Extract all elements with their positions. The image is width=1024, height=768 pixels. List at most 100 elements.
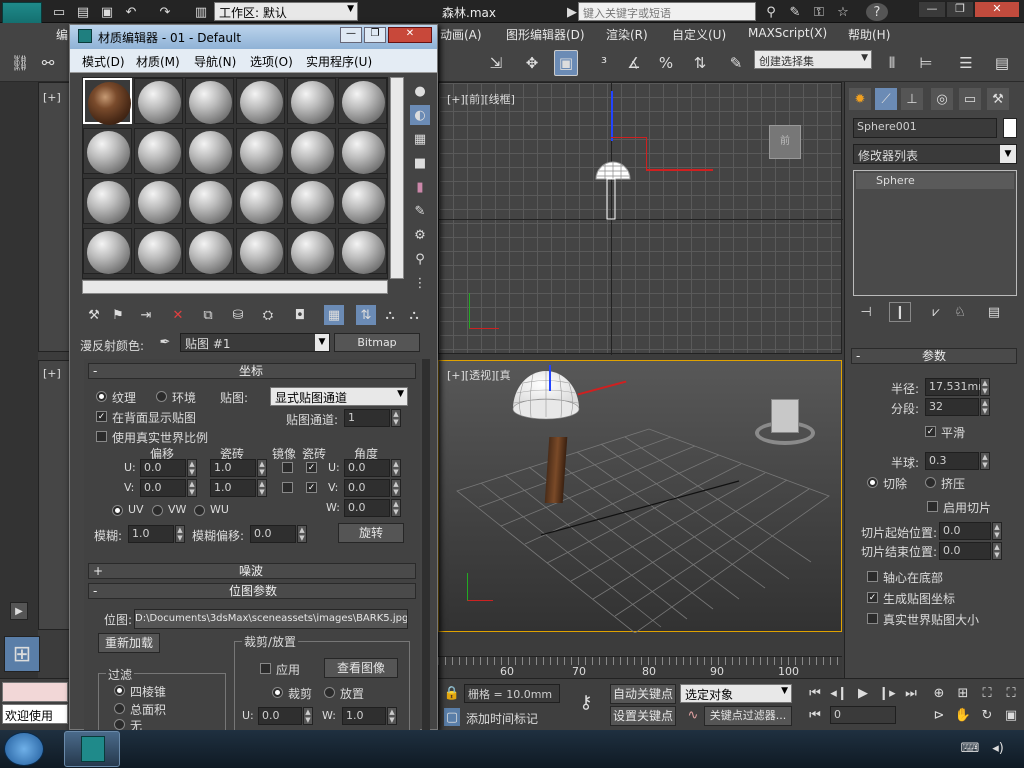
object-name-field[interactable]: Sphere001 — [853, 118, 997, 138]
new-file-icon[interactable]: ▭ — [50, 3, 68, 21]
goto-end-icon[interactable]: ⏭ — [902, 684, 920, 702]
sample-slot[interactable] — [134, 228, 183, 274]
pan-hand-icon[interactable]: ✋ — [954, 706, 972, 724]
me-menu-mode[interactable]: 模式(D) — [82, 53, 125, 70]
binoculars-icon[interactable]: ⚲ — [762, 3, 780, 21]
sample-slot[interactable] — [236, 178, 285, 224]
put-to-scene-icon[interactable]: ⚑ — [108, 305, 128, 325]
auto-key-button[interactable]: 自动关键点 — [610, 684, 676, 704]
volume-tray-icon[interactable]: ◂) — [988, 738, 1008, 758]
show-end-result-icon[interactable]: ▦ — [324, 305, 344, 325]
crop-w-spinner[interactable]: ▲ ▼ — [387, 707, 397, 725]
menu-item-graph-editors[interactable]: 图形编辑器(D) — [506, 26, 585, 43]
goto-start-icon[interactable]: ⏮ — [806, 684, 824, 702]
motion-tab-icon[interactable]: ◎ — [931, 88, 953, 110]
zoom-all-icon[interactable]: ⊞ — [954, 684, 972, 702]
menu-item-help[interactable]: 帮助(H) — [848, 26, 890, 43]
start-orb-icon[interactable] — [4, 732, 44, 766]
modifier-stack[interactable]: Sphere — [853, 170, 1017, 296]
show-end-result-icon[interactable]: ❙ — [889, 302, 911, 322]
noise-rollout-header[interactable]: + 噪波 — [88, 563, 416, 579]
named-selection-dropdown[interactable]: 创建选择集 ▼ — [754, 50, 872, 69]
maxscript-listener-field[interactable] — [2, 682, 68, 702]
zoom-extents-icon[interactable]: ⛶ — [978, 684, 996, 702]
sample-slot[interactable] — [134, 78, 183, 124]
slice-to-spinner[interactable]: ▲ ▼ — [992, 542, 1002, 560]
make-preview-icon[interactable]: ✎ — [410, 201, 430, 221]
minimize-button[interactable]: — — [340, 27, 362, 43]
sample-slot[interactable] — [236, 228, 285, 274]
key-mode-icon[interactable]: ⏮ — [806, 706, 824, 724]
me-menu-options[interactable]: 选项(O) — [250, 53, 293, 70]
show-shaded-icon[interactable]: ◘ — [290, 305, 310, 325]
sample-slot[interactable] — [287, 228, 336, 274]
sample-slot[interactable] — [83, 228, 132, 274]
edit-named-selection-icon[interactable]: ✎ — [724, 50, 748, 76]
search-expand-icon[interactable]: ▶ — [566, 3, 578, 21]
utilities-tab-icon[interactable]: ⚒ — [987, 88, 1009, 110]
assign-to-selection-icon[interactable]: ⇥ — [136, 305, 156, 325]
open-file-icon[interactable]: ▤ — [74, 3, 92, 21]
wu-radio[interactable] — [194, 505, 205, 516]
sample-slot[interactable] — [134, 128, 183, 174]
reload-button[interactable]: 重新加载 — [98, 633, 160, 653]
crop-radio[interactable] — [272, 687, 283, 698]
v-angle-spinner[interactable]: ▲ ▼ — [391, 479, 401, 497]
sample-uv-tiling-icon[interactable]: ■ — [410, 153, 430, 173]
vw-radio[interactable] — [152, 505, 163, 516]
stack-item-sphere[interactable]: Sphere — [856, 173, 1014, 189]
undo-icon[interactable]: ↶ — [122, 3, 140, 21]
create-tab-icon[interactable]: ✹ — [849, 88, 871, 110]
sample-slot[interactable] — [134, 178, 183, 224]
viewport-front[interactable]: [+][前][线框] 前 — [438, 82, 843, 355]
u-angle-input[interactable]: 0.0 — [344, 459, 390, 477]
select-by-material-icon[interactable]: ⚲ — [410, 249, 430, 269]
unlink-icon[interactable]: ⚯ — [36, 50, 60, 76]
selected-object-dropdown[interactable]: 选定对象 ▼ — [680, 684, 792, 703]
crop-w-input[interactable]: 1.0 — [342, 707, 386, 725]
restore-button[interactable]: ❐ — [364, 27, 386, 43]
radius-spinner[interactable]: ▲ ▼ — [980, 378, 990, 396]
gen-map-checkbox[interactable]: ✓ — [867, 592, 878, 603]
put-to-library-icon[interactable]: ⛁ — [228, 305, 248, 325]
spinner-snap-icon[interactable]: ⇅ — [688, 50, 712, 76]
sample-slot[interactable] — [287, 78, 336, 124]
coords-rollout-header[interactable]: - 坐标 — [88, 363, 416, 379]
configure-sets-icon[interactable]: ▤ — [983, 302, 1005, 322]
slice-to-input[interactable]: 0.0 — [939, 542, 991, 560]
radius-input[interactable]: 17.531mm — [925, 378, 989, 396]
modifier-list-dropdown[interactable]: 修改器列表 ▼ — [853, 144, 1017, 164]
blur-offset-input[interactable]: 0.0 — [250, 525, 296, 543]
layer-manager-icon[interactable]: ☰ — [954, 50, 978, 76]
slice-from-spinner[interactable]: ▲ ▼ — [992, 522, 1002, 540]
add-time-tag-label[interactable]: 添加时间标记 — [466, 710, 538, 727]
viewport-mid-left[interactable]: [+] — [38, 360, 70, 630]
angle-snap-icon[interactable]: ∡ — [622, 50, 646, 76]
mapping-dropdown[interactable]: 显式贴图通道 ▼ — [270, 387, 408, 406]
segments-spinner[interactable]: ▲ ▼ — [980, 398, 990, 416]
eyedropper-icon[interactable]: ✒ — [156, 333, 174, 351]
move-icon[interactable]: ✥ — [520, 50, 544, 76]
sample-slot[interactable] — [338, 178, 387, 224]
window-minimize-button[interactable]: — — [918, 1, 946, 18]
viewport-layout-icon[interactable]: ⊞ — [4, 636, 40, 672]
search-input[interactable]: 键入关键字或短语 — [578, 2, 756, 21]
project-folder-icon[interactable]: ▥ — [192, 3, 210, 21]
display-tab-icon[interactable]: ▭ — [959, 88, 981, 110]
slice-on-checkbox[interactable] — [927, 501, 938, 512]
no-filter-radio[interactable] — [114, 719, 125, 730]
remove-modifier-icon[interactable]: ♘ — [949, 302, 971, 322]
get-material-icon[interactable]: ⚒ — [84, 305, 104, 325]
rotate-button[interactable]: 旋转 — [338, 523, 404, 543]
map-name-dropdown[interactable]: 贴图 #1 ▼ — [180, 333, 330, 352]
sample-slot[interactable] — [185, 228, 234, 274]
options-icon[interactable]: ⚙ — [410, 225, 430, 245]
bitmap-params-rollout-header[interactable]: - 位图参数 — [88, 583, 416, 599]
communication-icon[interactable]: ✎ — [786, 3, 804, 21]
u-angle-spinner[interactable]: ▲ ▼ — [391, 459, 401, 477]
transform-gizmo-y[interactable] — [611, 91, 613, 141]
base-pivot-checkbox[interactable] — [867, 571, 878, 582]
reset-map-icon[interactable]: ✕ — [168, 305, 188, 325]
close-button[interactable]: ✕ — [388, 27, 432, 43]
show-back-checkbox[interactable]: ✓ — [96, 411, 107, 422]
